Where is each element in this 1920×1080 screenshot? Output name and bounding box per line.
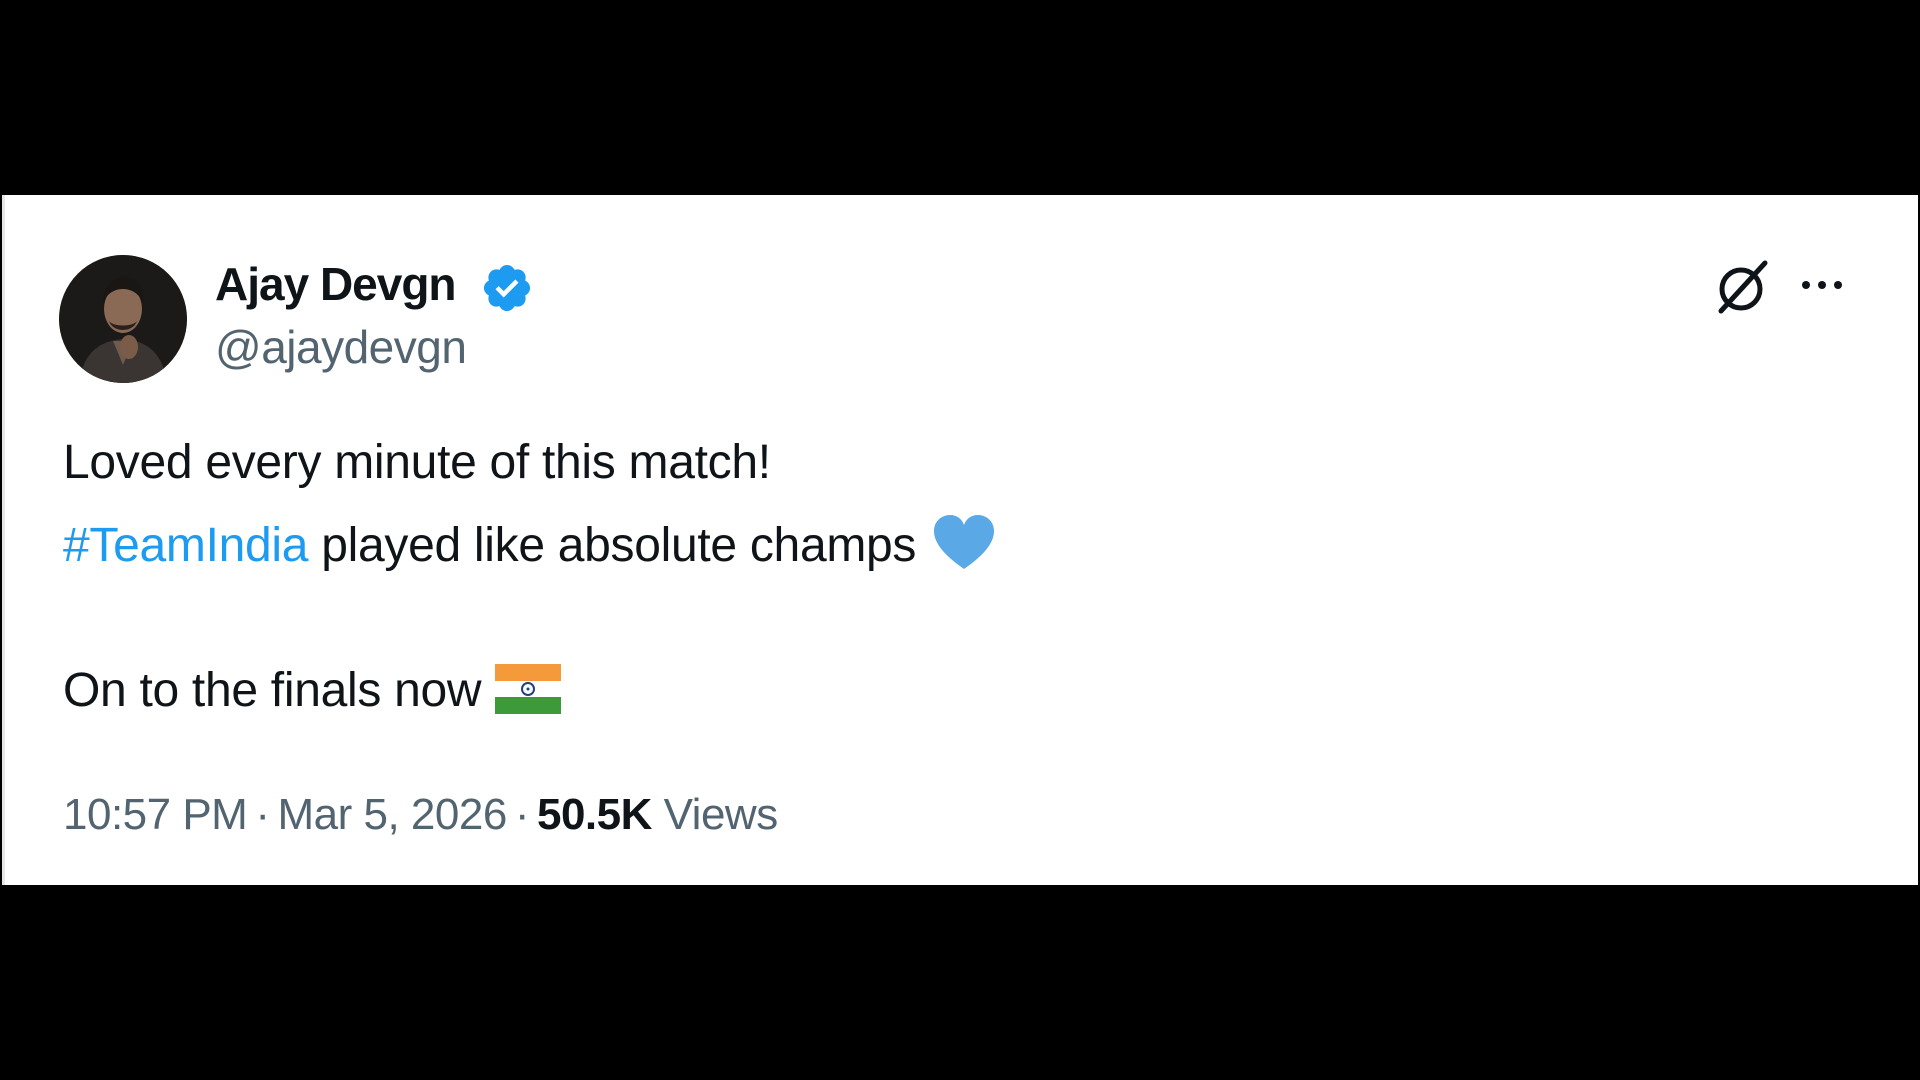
meta-separator: ·	[514, 790, 530, 839]
letterbox-top	[0, 0, 1920, 195]
tweet-text-line-1: Loved every minute of this match!	[63, 436, 771, 489]
tweet-card[interactable]: Ajay Devgn @ajaydevgn Loved every minute…	[2, 195, 1918, 885]
grok-icon[interactable]	[1711, 257, 1771, 317]
tweet-text-line-2-body: played like absolute champs	[308, 519, 917, 572]
meta-separator: ·	[255, 790, 270, 839]
hashtag-link[interactable]: #TeamIndia	[63, 519, 308, 572]
avatar-portrait-icon	[59, 255, 187, 383]
tweet-time[interactable]: 10:57 PM	[63, 790, 248, 839]
letterbox-bottom	[0, 885, 1920, 1080]
verified-badge-icon	[483, 264, 531, 312]
views-label: Views	[663, 790, 779, 839]
avatar[interactable]	[59, 255, 187, 383]
views-count[interactable]: 50.5K	[537, 790, 652, 839]
author-name[interactable]: Ajay Devgn	[215, 257, 457, 311]
tweet-date[interactable]: Mar 5, 2026	[278, 790, 508, 839]
tweet-text-line-2: #TeamIndia played like absolute champs	[63, 513, 996, 573]
author-handle[interactable]: @ajaydevgn	[215, 320, 467, 374]
tweet-text-line-3-body: On to the finals now	[63, 664, 482, 717]
tweet-text-line-3: On to the finals now	[63, 663, 562, 718]
more-options-icon[interactable]	[1797, 270, 1847, 300]
blue-heart-icon	[934, 515, 995, 569]
tweet-meta: 10:57 PM · Mar 5, 2026 · 50.5K Views	[63, 790, 778, 840]
india-flag-icon	[495, 664, 562, 714]
